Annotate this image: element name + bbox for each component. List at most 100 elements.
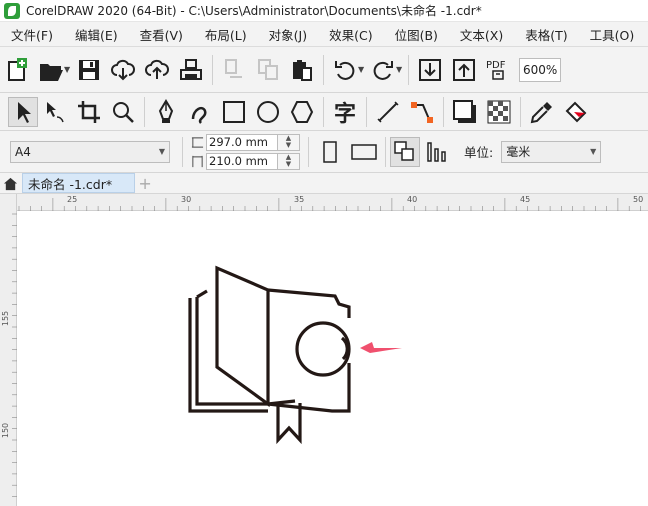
chevron-down-icon: ▼ — [590, 147, 597, 156]
current-page-icon[interactable] — [420, 135, 454, 169]
property-bar: A4 ▼ 297.0 mm ▲ ▼ 210.0 mm ▲ ▼ 单位: 毫米 ▼ — [0, 131, 648, 173]
export-icon[interactable] — [447, 53, 481, 87]
separator — [308, 136, 309, 167]
book-left-page — [215, 265, 270, 408]
vertical-ruler[interactable]: 155 150 — [0, 194, 17, 506]
chevron-down-icon: ▼ — [158, 147, 165, 156]
book-right-page-top — [267, 288, 351, 318]
horizontal-ruler[interactable]: 25 30 35 40 45 50 — [17, 194, 648, 211]
new-document-icon[interactable] — [0, 53, 34, 87]
separator — [366, 96, 367, 127]
menu-layout[interactable]: 布局(L) — [194, 25, 258, 44]
separator — [182, 136, 183, 167]
portrait-icon[interactable] — [313, 135, 347, 169]
ruler-label: 150 — [1, 422, 11, 439]
pen-tool-icon[interactable] — [149, 95, 183, 129]
tools-toolbar: 字 — [0, 93, 648, 131]
width-row: 297.0 mm ▲ ▼ — [191, 133, 300, 151]
open-folder-icon[interactable] — [34, 53, 68, 87]
height-icon — [192, 155, 203, 167]
cut-icon[interactable] — [217, 53, 251, 87]
page-width-field[interactable]: 297.0 mm — [206, 133, 278, 151]
menu-bar: 文件(F) 编辑(E) 查看(V) 布局(L) 对象(J) 效果(C) 位图(B… — [0, 22, 648, 47]
ruler-label: 45 — [520, 195, 531, 204]
window-title: CorelDRAW 2020 (64-Bit) - C:\Users\Admin… — [26, 4, 482, 18]
magnifier-glare — [340, 336, 349, 361]
fill-icon[interactable] — [559, 95, 593, 129]
menu-text[interactable]: 文本(X) — [449, 25, 514, 44]
book-search-drawing[interactable] — [17, 211, 648, 506]
ruler-label: 40 — [407, 195, 418, 204]
ruler-label: 35 — [294, 195, 305, 204]
menu-tools[interactable]: 工具(O) — [579, 25, 646, 44]
line-tool-icon[interactable] — [371, 95, 405, 129]
page-height-field[interactable]: 210.0 mm — [206, 152, 278, 170]
landscape-icon[interactable] — [347, 135, 381, 169]
crop-tool-icon[interactable] — [72, 95, 106, 129]
all-pages-icon[interactable] — [390, 136, 420, 167]
paste-icon[interactable] — [285, 53, 319, 87]
magnifier-lens — [295, 321, 351, 377]
drawing-canvas[interactable] — [17, 211, 648, 506]
undo-icon[interactable] — [328, 53, 362, 87]
separator — [520, 96, 521, 127]
artistic-media-icon[interactable] — [183, 95, 217, 129]
text-tool-icon[interactable]: 字 — [328, 95, 362, 129]
separator — [144, 96, 145, 127]
width-stepper[interactable]: ▲ ▼ — [278, 133, 300, 151]
coreldraw-icon — [4, 2, 20, 19]
svg-text:PDF: PDF — [486, 60, 506, 71]
pointer-arrow-head — [360, 342, 374, 348]
rectangle-tool-icon[interactable] — [217, 95, 251, 129]
shape-tool-icon[interactable] — [38, 95, 72, 129]
menu-effects[interactable]: 效果(C) — [318, 25, 383, 44]
separator — [212, 54, 213, 85]
menu-table[interactable]: 表格(T) — [514, 25, 578, 44]
page-size-value: A4 — [15, 144, 31, 159]
horizontal-ruler-ticks — [18, 198, 641, 211]
plus-icon: + — [138, 173, 152, 193]
cloud-download-icon[interactable] — [106, 53, 140, 87]
menu-edit[interactable]: 编辑(E) — [64, 25, 129, 44]
redo-icon[interactable] — [366, 53, 400, 87]
eyedropper-icon[interactable] — [525, 95, 559, 129]
menu-bitmaps[interactable]: 位图(B) — [384, 25, 449, 44]
separator — [385, 136, 386, 167]
book-left-fold — [196, 289, 208, 299]
menu-file[interactable]: 文件(F) — [0, 25, 64, 44]
save-icon[interactable] — [72, 53, 106, 87]
drop-shadow-icon[interactable] — [448, 95, 482, 129]
title-bar: CorelDRAW 2020 (64-Bit) - C:\Users\Admin… — [0, 0, 648, 22]
ruler-label: 30 — [181, 195, 192, 204]
separator — [443, 96, 444, 127]
zoom-tool-icon[interactable] — [106, 95, 140, 129]
home-icon[interactable] — [0, 173, 20, 193]
menu-object[interactable]: 对象(J) — [258, 25, 318, 44]
pointer-arrow — [360, 348, 402, 353]
text-tool-glyph: 字 — [333, 101, 356, 127]
height-row: 210.0 mm ▲ ▼ — [191, 152, 300, 170]
separator — [323, 54, 324, 85]
menu-view[interactable]: 查看(V) — [129, 25, 194, 44]
import-icon[interactable] — [413, 53, 447, 87]
page-size-select[interactable]: A4 ▼ — [10, 140, 170, 163]
cloud-upload-icon[interactable] — [140, 53, 174, 87]
width-icon — [191, 136, 204, 148]
units-label: 单位: — [464, 145, 494, 160]
pdf-icon[interactable]: PDF — [481, 53, 515, 87]
ruler-label: 155 — [1, 310, 11, 327]
add-tab-button[interactable]: + — [135, 173, 155, 193]
tab-document[interactable]: 未命名 -1.cdr* — [22, 173, 136, 193]
connector-tool-icon[interactable] — [405, 95, 439, 129]
print-icon[interactable] — [174, 53, 208, 87]
ellipse-tool-icon[interactable] — [251, 95, 285, 129]
transparency-icon[interactable] — [482, 95, 516, 129]
ruler-label: 50 — [633, 195, 644, 204]
polygon-tool-icon[interactable] — [285, 95, 319, 129]
copy-icon[interactable] — [251, 53, 285, 87]
separator — [408, 54, 409, 85]
height-stepper[interactable]: ▲ ▼ — [278, 152, 300, 170]
pick-tool-icon[interactable] — [8, 96, 38, 127]
zoom-level-field[interactable]: 600% — [519, 57, 561, 82]
units-select[interactable]: 毫米 ▼ — [501, 140, 602, 163]
